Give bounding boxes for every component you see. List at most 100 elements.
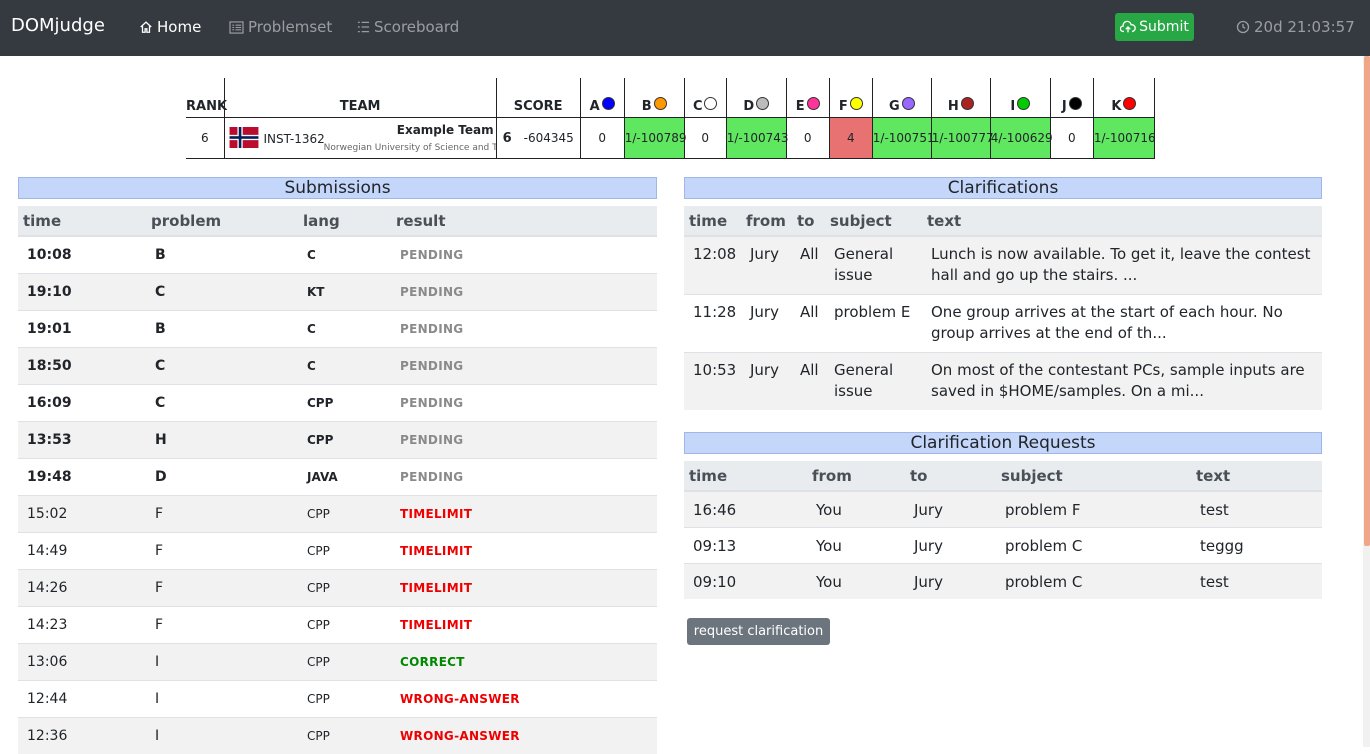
- submission-problem: F: [146, 607, 298, 644]
- submit-button[interactable]: Submit: [1115, 13, 1194, 41]
- balloon-icon: [602, 97, 615, 110]
- submission-row[interactable]: 14:23FCPPTIMELIMIT: [18, 607, 657, 644]
- submission-row[interactable]: 16:09CCPPPENDING: [18, 385, 657, 422]
- submission-row[interactable]: 18:50CCPENDING: [18, 348, 657, 385]
- col-time[interactable]: time: [18, 206, 146, 236]
- request-clarification-button[interactable]: request clarification: [687, 618, 830, 645]
- submission-result: TIMELIMIT: [391, 570, 657, 607]
- submission-row[interactable]: 12:44ICPPWRONG-ANSWER: [18, 681, 657, 718]
- submission-row[interactable]: 15:02FCPPTIMELIMIT: [18, 496, 657, 533]
- submission-time: 15:02: [18, 496, 146, 533]
- clarification-requests-table: time from to subject text 16:46YouJurypr…: [684, 461, 1322, 599]
- problem-header-f[interactable]: F: [829, 78, 872, 118]
- nav-home[interactable]: Home: [139, 18, 201, 36]
- problem-header-k[interactable]: K: [1093, 78, 1154, 118]
- submission-row[interactable]: 14:26FCPPTIMELIMIT: [18, 570, 657, 607]
- submit-label: Submit: [1139, 19, 1189, 35]
- list-alt-icon: [229, 21, 244, 34]
- col-from[interactable]: from: [807, 461, 905, 491]
- col-time[interactable]: time: [684, 461, 807, 491]
- problem-header-d[interactable]: D: [726, 78, 786, 118]
- submission-problem: C: [146, 385, 298, 422]
- clarification-to: All: [797, 236, 825, 295]
- submission-problem: C: [146, 274, 298, 311]
- submission-time: 13:53: [18, 422, 146, 459]
- problem-header-g[interactable]: G: [872, 78, 931, 118]
- score-cell: 0: [580, 118, 624, 159]
- col-problem[interactable]: problem: [146, 206, 298, 236]
- submission-problem: F: [146, 570, 298, 607]
- clarification-text: Lunch is now available. To get it, leave…: [922, 236, 1322, 295]
- problem-header-a[interactable]: A: [580, 78, 624, 118]
- submission-time: 18:50: [18, 348, 146, 385]
- submission-row[interactable]: 19:01BCPENDING: [18, 311, 657, 348]
- clarification-to: All: [797, 353, 825, 411]
- col-to[interactable]: to: [797, 206, 825, 236]
- submission-row[interactable]: 13:53HCPPPENDING: [18, 422, 657, 459]
- col-text[interactable]: text: [1191, 461, 1322, 491]
- clarification-from: Jury: [741, 353, 797, 411]
- submission-problem: I: [146, 681, 298, 718]
- submission-lang: CPP: [298, 681, 391, 718]
- submission-row[interactable]: 19:10CKTPENDING: [18, 274, 657, 311]
- contest-clock: 20d 21:03:57: [1236, 18, 1355, 36]
- submission-row[interactable]: 12:36ICPPWRONG-ANSWER: [18, 718, 657, 754]
- submission-row[interactable]: 13:06ICPPCORRECT: [18, 644, 657, 681]
- problem-header-j[interactable]: J: [1050, 78, 1093, 118]
- clock-icon: [1236, 20, 1250, 34]
- col-text[interactable]: text: [922, 206, 1322, 236]
- submission-lang: JAVA: [298, 459, 391, 496]
- col-subject[interactable]: subject: [825, 206, 922, 236]
- brand-logo[interactable]: DOMjudge: [11, 15, 105, 36]
- team-rank: 6: [186, 118, 224, 159]
- submission-row[interactable]: 14:49FCPPTIMELIMIT: [18, 533, 657, 570]
- nav-scoreboard[interactable]: Scoreboard: [357, 18, 459, 36]
- problem-header-c[interactable]: C: [684, 78, 726, 118]
- clarification-time: 11:28: [684, 295, 741, 353]
- submission-time: 19:10: [18, 274, 146, 311]
- score-cell: 4/-100629: [990, 118, 1050, 159]
- clarification-request-row[interactable]: 16:46YouJuryproblem Ftest: [684, 491, 1322, 528]
- nav-problemset[interactable]: Problemset: [229, 18, 332, 36]
- balloon-icon: [902, 97, 915, 110]
- clarification-request-row[interactable]: 09:13YouJuryproblem Cteggg: [684, 528, 1322, 564]
- team-row[interactable]: 6 INST-1362 Example Team Norwegian Unive…: [186, 118, 1155, 159]
- score-cell: 4: [829, 118, 872, 159]
- team-cell[interactable]: INST-1362 Example Team Norwegian Univers…: [224, 118, 496, 159]
- scrollbar-thumb[interactable]: [1364, 56, 1370, 546]
- nav-scoreboard-label: Scoreboard: [374, 18, 459, 36]
- clarification-text: One group arrives at the start of each h…: [922, 295, 1322, 353]
- score-header: SCORE: [496, 78, 580, 118]
- nav-problemset-label: Problemset: [248, 18, 332, 36]
- clarification-row[interactable]: 10:53JuryAllGeneral issueOn most of the …: [684, 353, 1322, 411]
- col-result[interactable]: result: [391, 206, 657, 236]
- clarification-requests-title: Clarification Requests: [684, 432, 1322, 454]
- col-lang[interactable]: lang: [298, 206, 391, 236]
- submission-result: CORRECT: [391, 644, 657, 681]
- clarification-request-row[interactable]: 09:10YouJuryproblem Ctest: [684, 564, 1322, 600]
- submission-time: 13:06: [18, 644, 146, 681]
- problem-header-h[interactable]: H: [931, 78, 990, 118]
- submission-lang: CPP: [298, 533, 391, 570]
- submission-row[interactable]: 19:48DJAVAPENDING: [18, 459, 657, 496]
- col-subject[interactable]: subject: [996, 461, 1191, 491]
- problem-header-e[interactable]: E: [786, 78, 829, 118]
- clarification-request-subject: problem C: [996, 564, 1191, 600]
- clarification-row[interactable]: 11:28JuryAllproblem EOne group arrives a…: [684, 295, 1322, 353]
- clarification-request-to: Jury: [905, 528, 996, 564]
- submission-problem: H: [146, 422, 298, 459]
- problem-header-b[interactable]: B: [624, 78, 684, 118]
- clarification-time: 12:08: [684, 236, 741, 295]
- submission-result: WRONG-ANSWER: [391, 681, 657, 718]
- col-from[interactable]: from: [741, 206, 797, 236]
- col-time[interactable]: time: [684, 206, 741, 236]
- cloud-upload-icon: [1120, 20, 1136, 34]
- submissions-title: Submissions: [18, 177, 657, 199]
- col-to[interactable]: to: [905, 461, 996, 491]
- submission-row[interactable]: 10:08BCPENDING: [18, 236, 657, 274]
- clarification-row[interactable]: 12:08JuryAllGeneral issueLunch is now av…: [684, 236, 1322, 295]
- clarifications-title: Clarifications: [684, 177, 1322, 199]
- team-solved: 6: [503, 131, 512, 146]
- score-cell: 1/-100743: [726, 118, 786, 159]
- problem-header-i[interactable]: I: [990, 78, 1050, 118]
